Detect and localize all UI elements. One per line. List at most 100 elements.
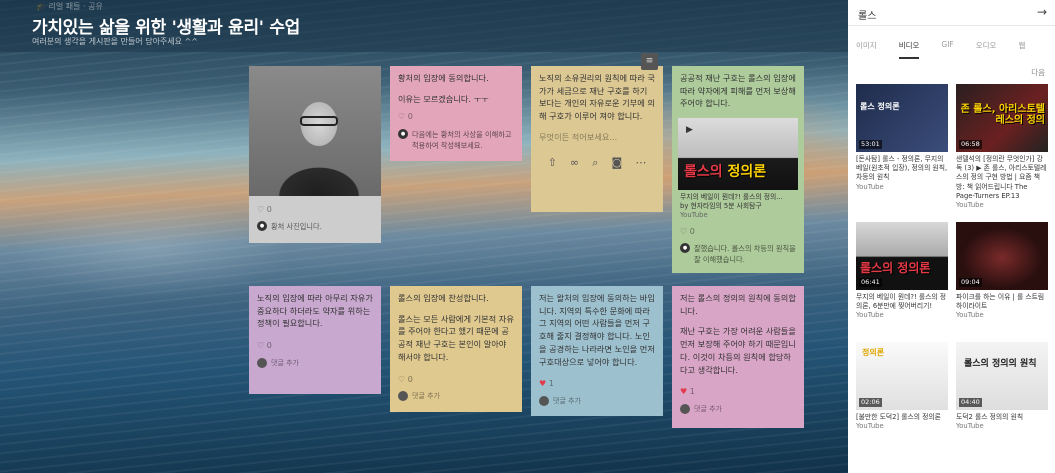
video-thumbnail[interactable]: ▶ 롤스의 정의론 xyxy=(678,118,798,191)
video-duration: 02:06 xyxy=(859,398,882,407)
like-count: 0 xyxy=(407,112,413,122)
post-text: 노직의 소유권리의 원칙에 따라 국가가 세금으로 재난 구호를 하기 보다는 … xyxy=(539,73,655,122)
like-count: 0 xyxy=(266,341,272,351)
board-background: 🎓 리얼 패들 · 공유 가치있는 삶을 위한 '생활과 윤리' 수업 여러분의… xyxy=(0,0,848,473)
more-icon[interactable]: ⋯ xyxy=(635,154,646,171)
play-icon[interactable]: ▶ xyxy=(686,124,693,138)
video-thumbnail[interactable]: 롤스 정의론 53:01 xyxy=(856,84,948,152)
camera-icon[interactable]: ◙ xyxy=(612,154,623,171)
tab-video[interactable]: 비디오 xyxy=(898,35,920,59)
video-result[interactable]: 롤스의 정의의 원칙 04:40 도덕2 롤스 정의의 원칙 YouTube xyxy=(956,342,1048,431)
post-card[interactable]: 롤스의 입장에 찬성합니다. 롤스는 모든 사람에게 기본적 자유를 주어야 한… xyxy=(390,286,522,412)
comment-text: 잘했습니다. 롤스의 차등의 원칙을 잘 이해했습니다. xyxy=(694,244,796,265)
heart-icon[interactable]: ♡ xyxy=(257,341,267,350)
compose-actions: ⇧ ∞ ⌕ ◙ ⋯ xyxy=(531,148,663,181)
video-duration: 06:58 xyxy=(959,140,982,149)
video-thumbnail[interactable]: 존 롤스, 아리스토텔레스의 정의 06:58 xyxy=(956,84,1048,152)
post-subtext: 이유는 모르겠습니다. ㅜㅜ xyxy=(398,93,489,104)
avatar xyxy=(680,404,690,415)
video-caption[interactable]: [불만한 도덕2] 롤스의 정의론 xyxy=(856,413,948,422)
add-comment-link[interactable]: 댓글 추가 xyxy=(271,358,299,369)
post-card[interactable]: 노직의 입장에 따라 아무리 자유가 중요하다 하더라도 약자를 위하는 정책이… xyxy=(249,286,381,395)
video-caption[interactable]: 파이크를 하는 이유 | 롤 스트림 하이라이트 xyxy=(956,293,1048,311)
search-panel: 롤스 → 이미지 비디오 GIF 오디오 웹 다음 롤스 정의론 53:01 [… xyxy=(848,0,1055,473)
link-icon[interactable]: ∞ xyxy=(570,154,579,171)
tab-images[interactable]: 이미지 xyxy=(856,35,877,59)
tab-audio[interactable]: 오디오 xyxy=(976,35,997,59)
post-text: 저는 롤스의 정의의 원칙에 동의합니다. xyxy=(680,293,796,316)
heart-icon[interactable]: ♡ xyxy=(398,112,408,121)
post-card[interactable]: 황처의 입장에 동의합니다. 이유는 모르겠습니다. ㅜㅜ ♡ 0 ● 다음에는… xyxy=(390,66,522,162)
video-duration: 09:04 xyxy=(959,278,982,287)
post-text: 공공적 재난 구호는 롤스의 입장에 따라 약자에게 피해를 먼저 보상해주어야… xyxy=(680,73,796,109)
video-result[interactable]: 롤스의 정의론 06:41 무지의 베일이 뭔데?! 롤스의 정의론, 6분만에… xyxy=(856,222,948,321)
post-card[interactable]: 공공적 재난 구호는 롤스의 입장에 따라 약자에게 피해를 먼저 보상해주어야… xyxy=(672,66,804,274)
tab-gif[interactable]: GIF xyxy=(941,35,953,59)
tab-web[interactable]: 웹 xyxy=(1018,35,1025,59)
compose-input[interactable]: 무엇이든 적어보세요... xyxy=(531,127,663,148)
avatar: ● xyxy=(398,128,408,139)
heart-icon[interactable]: ♥ xyxy=(680,387,690,396)
add-comment-link[interactable]: 댓글 추가 xyxy=(553,396,581,407)
post-card[interactable]: 노직의 소유권리의 원칙에 따라 국가가 세금으로 재난 구호를 하기 보다는 … xyxy=(531,66,663,212)
video-overlay: 롤스의 정의론 xyxy=(684,164,767,181)
like-count: 0 xyxy=(407,374,413,384)
avatar xyxy=(398,391,408,402)
video-result[interactable]: 09:04 파이크를 하는 이유 | 롤 스트림 하이라이트 YouTube xyxy=(956,222,1048,321)
avatar: ● xyxy=(257,221,267,232)
avatar xyxy=(257,357,267,368)
video-caption[interactable]: 무지의 베일이 뭔데?! 롤스의 정의론, 6분만에 찢어버리기! xyxy=(856,293,948,311)
page-title: 가치있는 삶을 위한 '생활과 윤리' 수업 xyxy=(32,18,301,38)
heart-icon[interactable]: ♡ xyxy=(257,205,267,214)
post-text: 황처의 입장에 동의합니다. xyxy=(398,73,489,83)
avatar xyxy=(539,396,549,407)
video-source: YouTube xyxy=(856,182,884,191)
comment-text: 다음에는 황처의 사상을 이해하고 적용하여 작성해보세요. xyxy=(412,129,512,150)
portrait-image xyxy=(249,66,381,196)
list-icon[interactable]: ≡ xyxy=(641,53,658,70)
video-caption[interactable]: 도덕2 롤스 정의의 원칙 xyxy=(956,413,1048,422)
video-result[interactable]: 정의론 02:06 [불만한 도덕2] 롤스의 정의론 YouTube xyxy=(856,342,948,431)
video-title[interactable]: 무지의 베일이 뭔데?! 롤스의 정의... xyxy=(680,193,796,202)
video-result[interactable]: 존 롤스, 아리스토텔레스의 정의 06:58 샌델석의 [정의란 무엇인가] … xyxy=(956,84,1048,210)
comment-text: 황처 사진입니다. xyxy=(271,222,322,232)
next-page-link[interactable]: 다음 xyxy=(1031,67,1045,78)
like-count: 0 xyxy=(689,226,695,236)
video-thumbnail[interactable]: 롤스의 정의의 원칙 04:40 xyxy=(956,342,1048,410)
video-thumbnail[interactable]: 09:04 xyxy=(956,222,1048,290)
video-source: YouTube xyxy=(856,311,884,320)
post-text: 저는 왈처의 입장에 동의하는 바입니다. 지역의 특수한 문화에 따라 그 지… xyxy=(539,293,655,367)
like-count: 1 xyxy=(689,387,695,397)
heart-icon[interactable]: ♥ xyxy=(539,379,549,388)
post-text: 노직의 입장에 따라 아무리 자유가 중요하다 하더라도 약자를 위하는 정책이… xyxy=(257,293,373,329)
video-result[interactable]: 롤스 정의론 53:01 [돈사탐] 롤스 - 정의론, 무지의 베일(원초적 … xyxy=(856,84,948,192)
video-thumbnail[interactable]: 정의론 02:06 xyxy=(856,342,948,410)
video-caption[interactable]: 샌델석의 [정의란 무엇인가] 강독 (3) ▶ 존 롤스, 아리스토텔레스의 … xyxy=(956,155,1048,201)
search-input[interactable]: 롤스 xyxy=(858,7,876,22)
post-subtext: 롤스는 모든 사람에게 기본적 자유를 주어야 한다고 했기 때문에 공공적 재… xyxy=(398,313,514,362)
post-card[interactable]: ♡ 0 ● 황처 사진입니다. xyxy=(249,66,381,243)
video-source: YouTube xyxy=(680,211,708,220)
add-comment-link[interactable]: 댓글 추가 xyxy=(412,391,440,402)
heart-icon[interactable]: ♡ xyxy=(398,375,408,384)
video-caption[interactable]: [돈사탐] 롤스 - 정의론, 무지의 베일(원초적 입장), 정의의 원칙, … xyxy=(856,155,948,183)
post-card[interactable]: 저는 왈처의 입장에 동의하는 바입니다. 지역의 특수한 문화에 따라 그 지… xyxy=(531,286,663,417)
search-icon[interactable]: ⌕ xyxy=(592,154,598,171)
video-thumbnail[interactable]: 롤스의 정의론 06:41 xyxy=(856,222,948,290)
video-author: by 현자타임의 5분 사회탐구 xyxy=(680,202,762,211)
upload-icon[interactable]: ⇧ xyxy=(548,154,557,171)
video-source: YouTube xyxy=(956,311,984,320)
page-subtitle: 여러분의 생각을 게시판을 만들어 담아주세요 ^^ xyxy=(32,37,198,46)
arrow-right-icon[interactable]: → xyxy=(1037,5,1047,19)
video-duration: 53:01 xyxy=(859,140,882,149)
heart-icon[interactable]: ♡ xyxy=(680,227,690,236)
board-header: 🎓 리얼 패들 · 공유 가치있는 삶을 위한 '생활과 윤리' 수업 여러분의… xyxy=(0,0,848,52)
post-text: 롤스의 입장에 찬성합니다. xyxy=(398,293,489,303)
breadcrumb[interactable]: 🎓 리얼 패들 · 공유 xyxy=(36,1,103,12)
post-card[interactable]: 저는 롤스의 정의의 원칙에 동의합니다. 재난 구호는 가장 어려운 사람들을… xyxy=(672,286,804,429)
video-duration: 04:40 xyxy=(959,398,982,407)
add-comment-link[interactable]: 댓글 추가 xyxy=(694,404,722,415)
video-source: YouTube xyxy=(856,422,884,431)
avatar: ● xyxy=(680,243,690,254)
video-source: YouTube xyxy=(956,200,984,209)
